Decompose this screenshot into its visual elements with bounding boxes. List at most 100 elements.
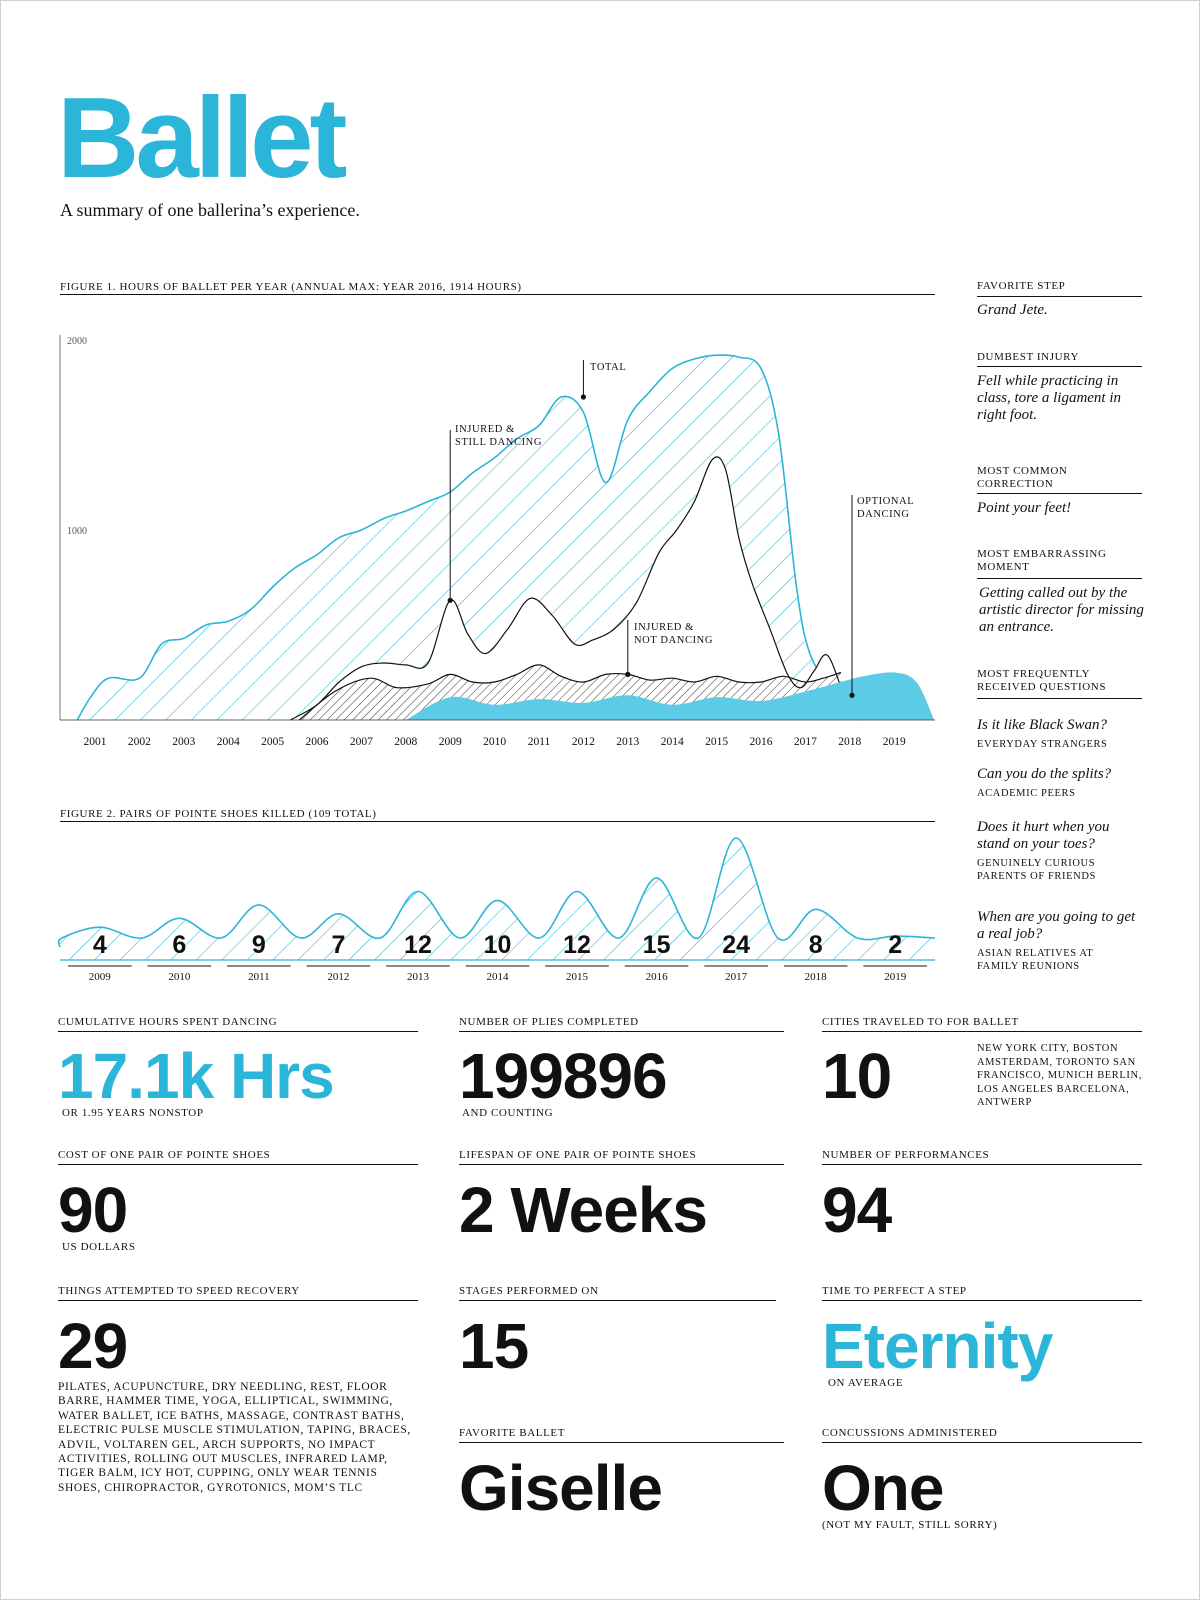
stat-rule [822, 1164, 1142, 1165]
most-common-correction-label: Most common correction [977, 465, 1068, 490]
sidebar-rule [977, 578, 1142, 579]
shoe-lifespan-label: Lifespan of one pair of pointe shoes [459, 1149, 697, 1161]
favorite-step: Grand Jete. [977, 302, 1048, 318]
question-text: When are you going to get a real job? [977, 909, 1136, 942]
favorite-ballet-label: Favorite ballet [459, 1427, 566, 1439]
most-embarrassing-label: Most embarrassing moment [977, 548, 1107, 573]
shoes-value-label: 12 [404, 931, 432, 959]
most-embarrassing: Getting called out by the artistic direc… [979, 585, 1144, 635]
figure2-chart: 4 2009 6 2010 9 2011 7 2012 12 2013 10 2014 12 2015 15… [57, 837, 936, 983]
x-tick-label: 2001 [84, 736, 107, 748]
annotation-dot [580, 394, 587, 400]
favorite-ballet-value: Giselle [459, 1452, 663, 1524]
performances-label: Number of performances [822, 1149, 990, 1161]
x-tick-label: 2012 [572, 736, 595, 748]
dumbest-injury-label: Dumbest injury [977, 351, 1080, 363]
perfect-step-label: Time to perfect a step [822, 1285, 967, 1297]
stat-rule [58, 1164, 418, 1165]
x-tick-label: 2009 [89, 971, 112, 983]
x-tick-label: 2011 [248, 971, 270, 983]
cumulative-hours-value: 17.1k Hrs [58, 1040, 335, 1112]
performances-value: 94 [822, 1174, 892, 1246]
stat-rule [822, 1442, 1142, 1443]
sidebar-rule [977, 493, 1142, 494]
question-text: Does it hurt when you stand on your toes… [977, 819, 1110, 852]
cumulative-hours-label: Cumulative hours spent dancing [58, 1016, 278, 1028]
figure1-title: Figure 1. Hours of ballet per year (annu… [60, 281, 522, 293]
stat-rule [58, 1031, 418, 1032]
shoe-lifespan-value: 2 Weeks [459, 1174, 708, 1246]
x-tick-label: 2012 [327, 971, 349, 983]
x-tick-label: 2015 [566, 971, 589, 983]
cities-value: 10 [822, 1040, 892, 1112]
y-tick-label: 1000 [67, 526, 87, 537]
question-text: Can you do the splits? [977, 766, 1112, 782]
concussions-note: (not my fault, still sorry) [822, 1519, 998, 1531]
x-tick-label: 2008 [394, 736, 417, 748]
x-tick-label: 2018 [838, 736, 861, 748]
x-tick-label: 2007 [350, 736, 373, 748]
question-asker: Academic peers [977, 788, 1076, 799]
sidebar-rule [977, 366, 1142, 367]
figure1-rule [60, 294, 935, 295]
page-subtitle: A summary of one ballerina’s experience. [60, 200, 360, 220]
page-title: Ballet [57, 75, 347, 202]
recovery-list: Pilates, acupuncture, dry needling, rest… [58, 1381, 411, 1494]
stat-rule [58, 1300, 418, 1301]
x-tick-label: 2009 [439, 736, 462, 748]
shoe-cost-note: US dollars [62, 1241, 136, 1253]
shoes-value-label: 9 [252, 931, 266, 959]
shoes-value-label: 7 [331, 931, 345, 959]
shoes-value-label: 15 [643, 931, 671, 959]
annotation-dot [447, 597, 453, 603]
x-tick-label: 2019 [884, 971, 907, 983]
shoe-cost-label: Cost of one pair of pointe shoes [58, 1149, 271, 1161]
annotation-dot [625, 671, 631, 677]
shoes-value-label: 4 [93, 931, 107, 959]
annotation-label: INJURED & [634, 622, 694, 633]
x-tick-label: 2018 [805, 971, 828, 983]
annotation-label: TOTAL [590, 362, 626, 373]
cities-label: Cities traveled to for ballet [822, 1016, 1019, 1028]
figure2-title: Figure 2. Pairs of pointe shoes killed (… [60, 808, 377, 820]
stat-rule [459, 1164, 784, 1165]
question-text: Is it like Black Swan? [977, 717, 1107, 733]
concussions-label: Concussions administered [822, 1427, 998, 1439]
stat-rule [459, 1031, 784, 1032]
favorite-step-label: Favorite step [977, 280, 1066, 292]
x-tick-label: 2015 [705, 736, 728, 748]
shoe-cost-value: 90 [58, 1174, 128, 1246]
questions-label: Most frequently received questions [977, 668, 1107, 693]
question-asker: Asian relatives at family reunions [977, 948, 1094, 972]
perfect-step-value: Eternity [822, 1310, 1053, 1382]
sidebar-rule [977, 296, 1142, 297]
figure2-rule [60, 821, 935, 822]
annotation-label: DANCING [857, 509, 910, 520]
stages-value: 15 [459, 1310, 529, 1382]
stat-rule [459, 1442, 784, 1443]
x-tick-label: 2014 [487, 971, 510, 983]
x-tick-label: 2016 [646, 971, 669, 983]
shoes-value-label: 2 [888, 931, 902, 959]
x-tick-label: 2013 [407, 971, 430, 983]
shoes-value-label: 6 [172, 931, 186, 959]
x-tick-label: 2003 [172, 736, 195, 748]
plies-value: 199896 [459, 1040, 668, 1112]
perfect-step-note: on average [828, 1377, 904, 1389]
x-tick-label: 2016 [750, 736, 773, 748]
plies-label: Number of plies completed [459, 1016, 639, 1028]
stat-rule [459, 1300, 776, 1301]
dumbest-injury: Fell while practicing in class, tore a l… [977, 373, 1122, 423]
plies-note: and counting [462, 1107, 554, 1119]
cumulative-hours-note: or 1.95 years nonstop [62, 1107, 204, 1119]
x-tick-label: 2011 [528, 736, 551, 748]
stages-label: Stages performed on [459, 1285, 599, 1297]
x-tick-label: 2002 [128, 736, 151, 748]
most-common-correction: Point your feet! [977, 500, 1072, 516]
shoes-value-label: 8 [809, 931, 823, 959]
stat-rule [822, 1300, 1142, 1301]
x-tick-label: 2013 [616, 736, 639, 748]
x-tick-label: 2010 [483, 736, 506, 748]
recovery-label: Things attempted to speed recovery [58, 1285, 300, 1297]
question-asker: Everyday strangers [977, 739, 1108, 750]
